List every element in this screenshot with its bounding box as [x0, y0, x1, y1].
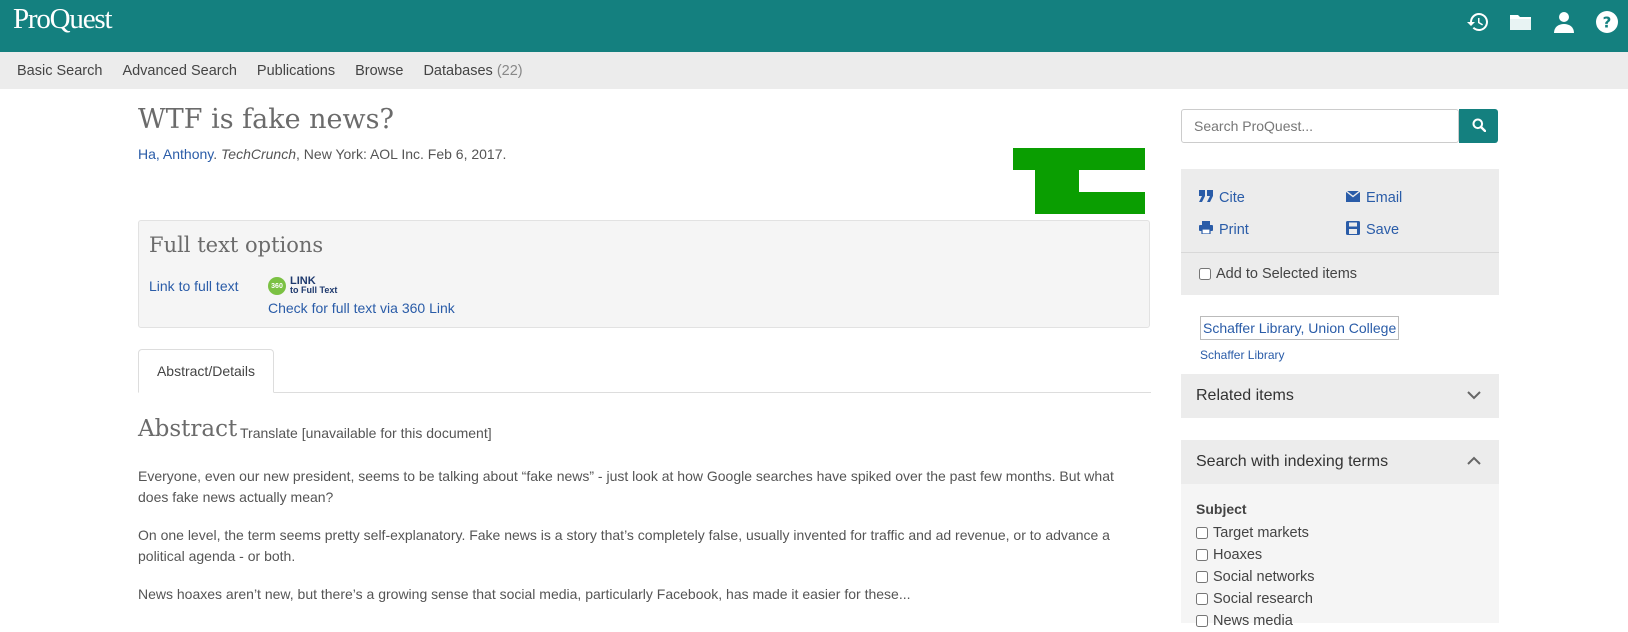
- translate-label: Translate [unavailable for this document…: [240, 425, 492, 441]
- search-icon: [1472, 118, 1486, 135]
- indexing-terms-label: Search with indexing terms: [1196, 453, 1389, 470]
- subject-label-text: Social research: [1213, 591, 1313, 607]
- related-items-label: Related items: [1196, 387, 1294, 404]
- tab-abstract-details[interactable]: Abstract/Details: [138, 349, 274, 393]
- history-icon[interactable]: [1465, 9, 1491, 35]
- library-logo-link[interactable]: Schaffer Library, Union College: [1200, 316, 1400, 340]
- author-separator: .: [213, 146, 218, 162]
- user-icon[interactable]: [1551, 9, 1577, 35]
- main-nav: Basic Search Advanced Search Publication…: [0, 52, 1628, 89]
- save-label: Save: [1366, 222, 1400, 238]
- indexing-terms-panel[interactable]: Search with indexing terms: [1181, 440, 1499, 484]
- link-to-full-text[interactable]: Link to full text: [149, 278, 239, 294]
- link360-wordmark: LINK to Full Text: [290, 276, 338, 295]
- floppy-disk-icon: [1346, 221, 1360, 239]
- indexing-terms-body: Subject Target markets Hoaxes Social net…: [1181, 484, 1499, 629]
- abstract-paragraph: On one level, the term seems pretty self…: [138, 527, 1110, 564]
- email-button[interactable]: Email: [1345, 190, 1403, 206]
- subject-item[interactable]: Social research: [1196, 588, 1315, 610]
- top-icons: ?: [1465, 9, 1620, 35]
- check-360-link[interactable]: Check for full text via 360 Link: [268, 300, 455, 316]
- subject-label-text: Hoaxes: [1213, 547, 1263, 563]
- subject-label-text: News media: [1213, 613, 1293, 629]
- tab-divider: [138, 392, 1151, 393]
- abstract-paragraph: Everyone, even our new president, seems …: [138, 468, 1114, 505]
- subject-item[interactable]: News media: [1196, 610, 1315, 632]
- link360-badge: 360: [268, 277, 286, 295]
- nav-browse[interactable]: Browse: [355, 63, 403, 79]
- link360-logo[interactable]: 360 LINK to Full Text: [268, 276, 338, 295]
- citation: Ha, Anthony. TechCrunch, New York: AOL I…: [138, 146, 506, 162]
- add-to-selected-items[interactable]: Add to Selected items: [1199, 266, 1357, 282]
- author-link[interactable]: Ha, Anthony: [138, 146, 213, 162]
- chevron-down-icon: [1467, 387, 1481, 405]
- folder-icon[interactable]: [1508, 9, 1534, 35]
- abstract-heading: Abstract: [138, 416, 238, 442]
- save-button[interactable]: Save: [1346, 221, 1399, 239]
- subject-checkbox[interactable]: [1196, 527, 1208, 539]
- print-button[interactable]: Print: [1199, 221, 1249, 238]
- add-to-selected-label: Add to Selected items: [1216, 266, 1358, 282]
- full-text-heading: Full text options: [149, 233, 324, 257]
- document-title: WTF is fake news?: [138, 104, 394, 135]
- document-actions: Cite Email Print Save Add to Selected it…: [1181, 169, 1499, 295]
- quote-icon: [1199, 190, 1213, 206]
- subject-checkbox[interactable]: [1196, 549, 1208, 561]
- full-text-options: Full text options Link to full text 360 …: [138, 220, 1150, 328]
- techcrunch-logo: [1013, 148, 1145, 214]
- printer-icon: [1199, 221, 1213, 238]
- subject-list: Target markets Hoaxes Social networks So…: [1196, 522, 1315, 632]
- nav-publications[interactable]: Publications: [257, 63, 335, 79]
- nav-databases-count: (22): [496, 62, 523, 79]
- subject-checkbox[interactable]: [1196, 615, 1208, 627]
- subject-item[interactable]: Social networks: [1196, 566, 1315, 588]
- subject-label: Subject: [1196, 501, 1247, 517]
- top-bar: ProQuest ?: [0, 0, 1628, 52]
- subject-label-text: Target markets: [1213, 525, 1309, 541]
- chevron-up-icon: [1467, 453, 1481, 471]
- subject-item[interactable]: Hoaxes: [1196, 544, 1315, 566]
- nav-databases-label: Databases: [423, 62, 493, 79]
- envelope-icon: [1345, 190, 1361, 206]
- proquest-logo[interactable]: ProQuest: [13, 3, 113, 36]
- svg-text:?: ?: [1603, 14, 1612, 32]
- link360-line2: to Full Text: [290, 285, 338, 295]
- search-input[interactable]: [1181, 109, 1459, 143]
- subject-checkbox[interactable]: [1196, 593, 1208, 605]
- add-to-selected-checkbox[interactable]: [1199, 268, 1211, 280]
- abstract-paragraph: News hoaxes aren’t new, but there’s a gr…: [138, 586, 911, 602]
- actions-divider: [1181, 252, 1499, 253]
- related-items-panel[interactable]: Related items: [1181, 374, 1499, 418]
- citation-details: , New York: AOL Inc. Feb 6, 2017.: [296, 146, 507, 162]
- subject-item[interactable]: Target markets: [1196, 522, 1315, 544]
- subject-label-text: Social networks: [1213, 569, 1315, 585]
- email-label: Email: [1366, 190, 1403, 206]
- cite-button[interactable]: Cite: [1199, 190, 1245, 206]
- print-label: Print: [1219, 221, 1249, 238]
- help-icon[interactable]: ?: [1594, 9, 1620, 35]
- subject-checkbox[interactable]: [1196, 571, 1208, 583]
- nav-advanced-search[interactable]: Advanced Search: [122, 63, 236, 79]
- publication-title: TechCrunch: [221, 146, 297, 162]
- search-button[interactable]: [1459, 109, 1498, 143]
- library-caption-link[interactable]: Schaffer Library: [1200, 348, 1285, 362]
- nav-basic-search[interactable]: Basic Search: [17, 63, 102, 79]
- cite-label: Cite: [1219, 190, 1245, 206]
- nav-databases[interactable]: Databases (22): [423, 63, 522, 79]
